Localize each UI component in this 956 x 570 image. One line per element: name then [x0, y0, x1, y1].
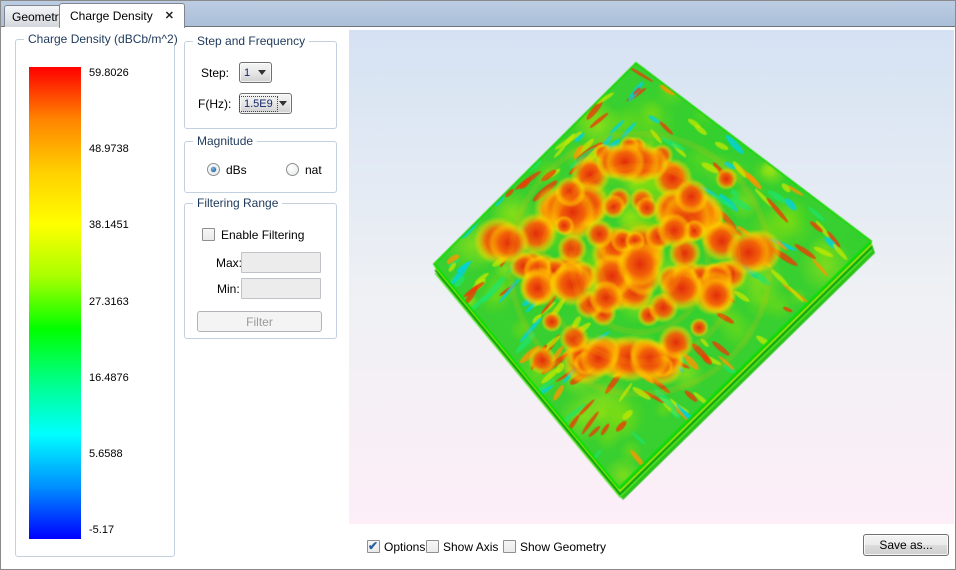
tab-close-icon[interactable]: ✕	[165, 11, 174, 22]
app-window: Geometry Charge Density ✕ Charge Density…	[0, 0, 956, 570]
filtering-range-group-label: Filtering Range	[193, 196, 282, 210]
tab-strip: Geometry Charge Density ✕	[1, 1, 955, 27]
enable-filtering-checkbox[interactable]: ✔	[202, 228, 215, 241]
viewport	[349, 30, 954, 524]
show-geometry-checkbox[interactable]: ✔	[503, 540, 516, 553]
options-checkbox-label: Options	[384, 540, 425, 554]
min-input[interactable]	[241, 278, 321, 299]
show-axis-checkbox[interactable]: ✔	[426, 540, 439, 553]
charge-density-3d-view[interactable]	[349, 30, 954, 524]
options-checkbox[interactable]: ✔	[367, 540, 380, 553]
step-frequency-group-label: Step and Frequency	[193, 34, 309, 48]
colorbar-group-label: Charge Density (dBCb/m^2)	[24, 32, 182, 46]
colorbar-tick: 38.1451	[89, 219, 169, 231]
dbs-radio[interactable]	[207, 163, 220, 176]
colorbar-tick: 27.3163	[89, 296, 169, 308]
colorbar-gradient	[29, 67, 81, 539]
step-dropdown[interactable]: 1	[239, 62, 272, 83]
magnitude-group-label: Magnitude	[193, 134, 257, 148]
show-geometry-checkbox-label: Show Geometry	[520, 540, 606, 554]
frequency-dropdown[interactable]: 1.5E9	[239, 93, 292, 114]
step-label: Step:	[201, 66, 229, 80]
checkmark-icon: ✔	[368, 539, 378, 553]
radio-dot	[211, 167, 216, 172]
frequency-label: F(Hz):	[198, 97, 231, 111]
chevron-down-icon	[258, 70, 266, 75]
show-axis-checkbox-label: Show Axis	[443, 540, 498, 554]
min-label: Min:	[217, 282, 240, 296]
step-frequency-group: Step and Frequency	[184, 41, 337, 129]
step-dropdown-value: 1	[240, 66, 256, 80]
colorbar-tick: 5.6588	[89, 448, 169, 460]
radio-dot	[290, 167, 295, 172]
frequency-dropdown-value: 1.5E9	[240, 97, 277, 111]
max-input[interactable]	[241, 252, 321, 273]
chevron-down-icon	[279, 101, 287, 106]
filter-button[interactable]: Filter	[197, 311, 322, 332]
save-as-button[interactable]: Save as...	[863, 534, 949, 556]
nat-radio[interactable]	[286, 163, 299, 176]
max-label: Max:	[216, 256, 242, 270]
enable-filtering-label: Enable Filtering	[221, 228, 304, 242]
colorbar-tick: 48.9738	[89, 143, 169, 155]
colorbar-tick: 59.8026	[89, 67, 169, 79]
dbs-radio-label: dBs	[226, 163, 247, 177]
tab-geometry-label: Geometry	[12, 10, 65, 24]
tab-charge-density-label: Charge Density	[70, 9, 153, 23]
colorbar-tick: 16.4876	[89, 372, 169, 384]
tab-charge-density[interactable]: Charge Density ✕	[59, 3, 185, 28]
colorbar-tick: -5.17	[89, 524, 169, 536]
nat-radio-label: nat	[305, 163, 322, 177]
